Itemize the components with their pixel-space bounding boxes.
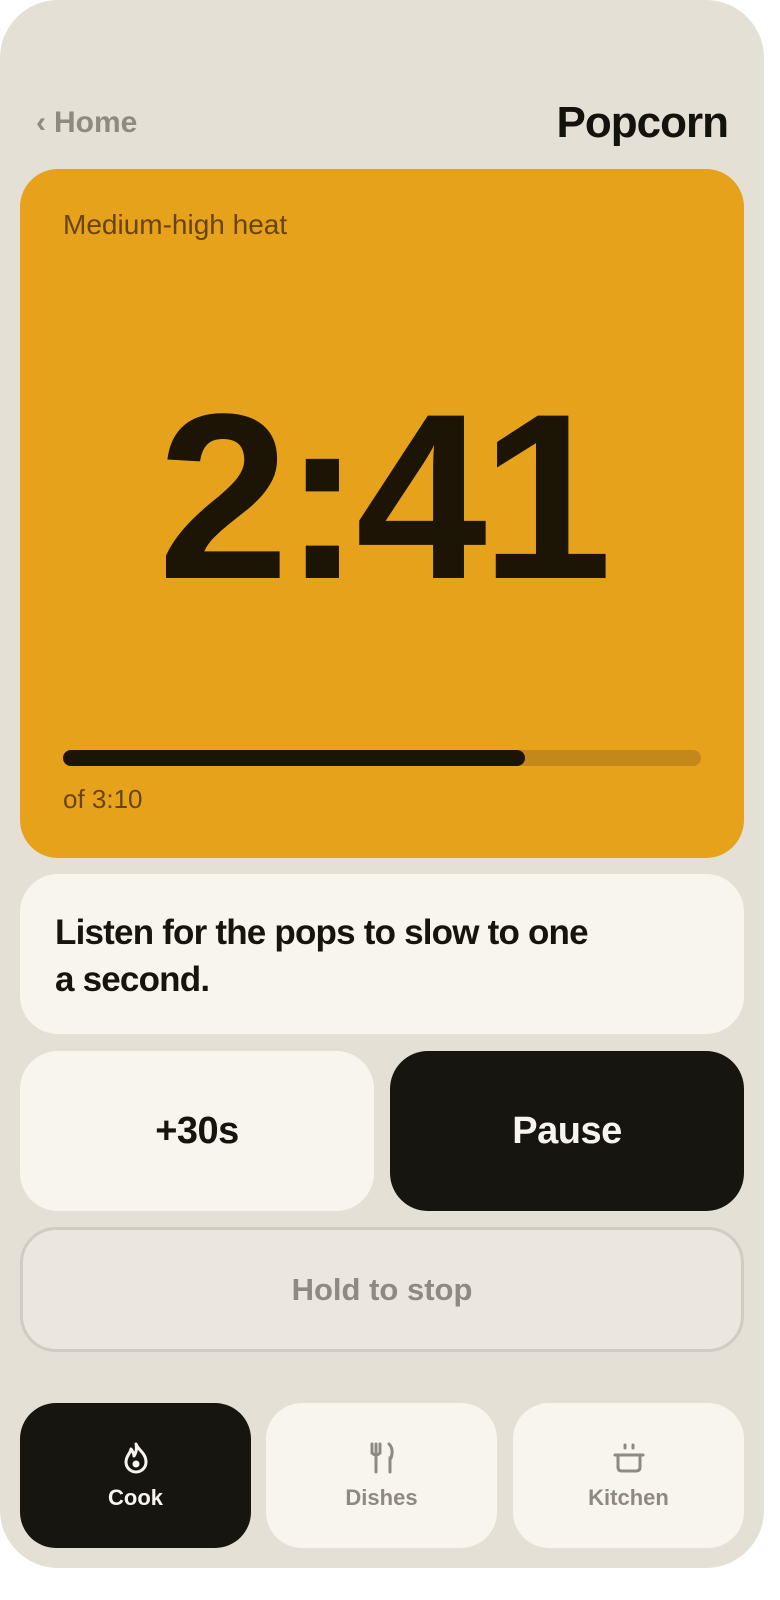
time-remaining: 2:41 bbox=[157, 365, 612, 629]
back-button[interactable]: ‹ Home bbox=[36, 106, 137, 140]
add-30s-button[interactable]: +30s bbox=[20, 1051, 374, 1211]
hold-to-stop-button[interactable]: Hold to stop bbox=[20, 1227, 744, 1352]
nav-item-kitchen[interactable]: Kitchen bbox=[513, 1403, 744, 1548]
timer-card: Medium-high heat 2:41 of 3:10 bbox=[20, 169, 744, 858]
flame-icon bbox=[124, 1442, 147, 1473]
chevron-left-icon: ‹ bbox=[36, 106, 46, 139]
progress-bar bbox=[63, 750, 701, 766]
nav-item-cook[interactable]: Cook bbox=[20, 1403, 251, 1548]
bottom-nav: Cook Dishes Kitchen bbox=[20, 1403, 744, 1548]
pause-button[interactable]: Pause bbox=[390, 1051, 744, 1211]
tip-card: Listen for the pops to slow to one a sec… bbox=[20, 874, 744, 1034]
nav-item-dishes[interactable]: Dishes bbox=[266, 1403, 497, 1548]
nav-label-dishes: Dishes bbox=[345, 1484, 418, 1510]
heat-level: Medium-high heat bbox=[63, 209, 288, 240]
header: ‹ Home Popcorn bbox=[36, 98, 729, 147]
pot-icon bbox=[613, 1443, 644, 1472]
back-label: Home bbox=[54, 106, 138, 139]
nav-label-cook: Cook bbox=[108, 1484, 163, 1510]
app-screen: ‹ Home Popcorn Medium-high heat 2:41 of … bbox=[0, 0, 764, 1568]
fork-knife-icon bbox=[370, 1442, 394, 1473]
page-title: Popcorn bbox=[556, 98, 729, 147]
tip-text: Listen for the pops to slow to one a sec… bbox=[55, 913, 589, 999]
nav-label-kitchen: Kitchen bbox=[588, 1484, 669, 1510]
total-time: of 3:10 bbox=[63, 784, 143, 814]
progress-fill bbox=[63, 750, 525, 766]
